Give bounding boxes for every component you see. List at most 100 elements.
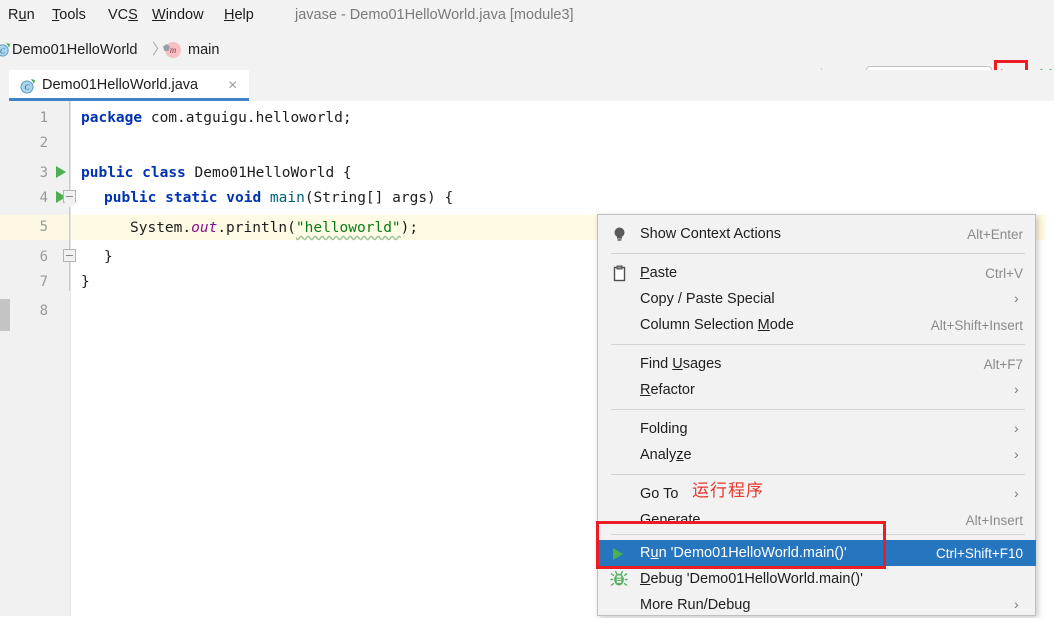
context-menu-label-post: e — [684, 447, 692, 463]
line-number: 6 — [0, 248, 48, 266]
code-system: System. — [130, 220, 191, 236]
context-menu-item-generate[interactable]: Generate... Alt+Insert — [599, 507, 1036, 533]
context-menu-mnemonic: R — [640, 382, 650, 398]
fold-collapse-icon[interactable] — [63, 249, 76, 262]
code-keyword-public: public — [81, 165, 133, 181]
line-number: 2 — [0, 134, 48, 152]
context-menu-accel: Alt+Insert — [966, 512, 1023, 530]
editor-tab-label: Demo01HelloWorld.java — [42, 76, 198, 95]
menu-vcs-mnemonic: S — [128, 7, 138, 23]
annotation-run-program: 运行程序 — [692, 481, 764, 502]
context-menu-mnemonic: P — [640, 265, 650, 281]
context-menu-label-post: aste — [650, 265, 677, 281]
editor-right-strip — [1046, 101, 1054, 616]
fold-expand-icon[interactable] — [63, 190, 76, 203]
context-menu-accel: Ctrl+V — [985, 265, 1023, 283]
code-keyword-void: void — [226, 190, 261, 206]
menu-run-post: n — [27, 7, 35, 23]
context-menu-item-folding[interactable]: Folding › — [599, 416, 1036, 442]
context-menu-label-post: ode — [770, 317, 794, 333]
line-number: 5 — [0, 218, 48, 236]
menu-separator — [611, 534, 1025, 535]
context-menu-item-column-selection-mode[interactable]: Column Selection Mode Alt+Shift+Insert — [599, 312, 1036, 338]
code-closing-brace-method: } — [104, 249, 113, 265]
context-menu-label: Show Context Actions — [640, 225, 781, 244]
chevron-right-icon: › — [1014, 488, 1020, 499]
context-menu-label: Go To — [640, 485, 678, 504]
context-menu-item-go-to[interactable]: Go To › — [599, 481, 1036, 507]
code-method-args: (String[] args) { — [305, 190, 453, 206]
chevron-right-icon: › — [1014, 423, 1020, 434]
java-class-icon: C — [20, 78, 36, 94]
context-menu-label: More Run/Debug — [640, 596, 750, 615]
context-menu-label-pre: Find — [640, 356, 672, 372]
code-line-6: } — [104, 247, 113, 268]
menu-window-mnemonic: W — [152, 7, 166, 23]
code-method-name: main — [270, 190, 305, 206]
context-menu-label: Run 'Demo01HelloWorld.main()' — [640, 544, 847, 563]
line-number: 1 — [0, 109, 48, 127]
menu-item-window[interactable]: Window — [152, 5, 204, 25]
code-keyword-package: package — [81, 110, 142, 126]
menu-separator — [611, 253, 1025, 254]
context-menu-label: Folding — [640, 420, 688, 439]
code-string-literal: "helloworld" — [296, 220, 401, 236]
lightbulb-icon — [611, 226, 628, 243]
context-menu-mnemonic: U — [672, 356, 682, 372]
context-menu-label: Copy / Paste Special — [640, 290, 775, 309]
context-menu-item-copy-paste-special[interactable]: Copy / Paste Special › — [599, 286, 1036, 312]
chevron-right-icon: › — [1014, 599, 1020, 610]
code-line-1: package com.atguigu.helloworld; — [81, 108, 352, 129]
code-package-name: com.atguigu.helloworld; — [142, 110, 352, 126]
context-menu-mnemonic: D — [640, 571, 650, 587]
menu-run-pre: R — [8, 7, 18, 23]
context-menu-label: Paste — [640, 264, 677, 283]
debug-bug-icon — [610, 570, 628, 588]
menu-separator — [611, 474, 1025, 475]
java-class-icon: C — [0, 42, 11, 57]
menu-run-mnemonic: u — [18, 7, 26, 23]
gutter-edge — [70, 101, 71, 616]
context-menu-label-pre: Column Selection — [640, 317, 758, 333]
menu-vcs-pre: VC — [108, 7, 128, 23]
code-field-out: out — [191, 220, 217, 236]
context-menu-item-paste[interactable]: Paste Ctrl+V — [599, 260, 1036, 286]
menu-item-vcs[interactable]: VCS — [108, 5, 138, 25]
context-menu-label: Column Selection Mode — [640, 316, 794, 335]
code-line-5: System.out.println("helloworld"); — [130, 218, 418, 239]
menu-item-help[interactable]: Help — [224, 5, 254, 25]
menu-help-mnemonic: H — [224, 7, 234, 23]
context-menu-label: Refactor — [640, 381, 695, 400]
context-menu-accel: Ctrl+Shift+F10 — [936, 545, 1023, 563]
breadcrumb-method[interactable]: main — [188, 41, 219, 60]
code-class-decl: Demo01HelloWorld { — [186, 165, 352, 181]
context-menu-label: Find Usages — [640, 355, 721, 374]
context-menu-label-pre: R — [640, 545, 650, 561]
breadcrumb-class[interactable]: Demo01HelloWorld — [12, 41, 137, 60]
context-menu-item-analyze[interactable]: Analyze › — [599, 442, 1036, 468]
menu-item-tools[interactable]: Tools — [52, 5, 86, 25]
context-menu-item-show-context-actions[interactable]: Show Context Actions Alt+Enter — [599, 221, 1036, 247]
context-menu-item-more-run-debug[interactable]: More Run/Debug › — [599, 592, 1036, 618]
context-menu-label: Analyze — [640, 446, 692, 465]
java-method-icon: m — [165, 42, 181, 58]
context-menu-accel: Alt+F7 — [984, 356, 1023, 374]
menu-separator — [611, 344, 1025, 345]
chevron-right-icon: › — [1014, 293, 1020, 304]
gutter-run-icon-class[interactable] — [56, 166, 66, 178]
navigation-bar: C Demo01HelloWorld 〉 m main Current File — [0, 30, 1054, 71]
context-menu-item-refactor[interactable]: Refactor › — [599, 377, 1036, 403]
line-number: 8 — [0, 302, 48, 320]
code-line-3: public class Demo01HelloWorld { — [81, 163, 352, 184]
context-menu-item-find-usages[interactable]: Find Usages Alt+F7 — [599, 351, 1036, 377]
context-menu-item-run-main[interactable]: Run 'Demo01HelloWorld.main()' Ctrl+Shift… — [599, 540, 1036, 566]
code-line-4: public static void main(String[] args) { — [104, 188, 453, 209]
context-menu-item-debug-main[interactable]: Debug 'Demo01HelloWorld.main()' — [599, 566, 1036, 592]
code-keyword-public: public — [104, 190, 156, 206]
editor-context-menu[interactable]: Show Context Actions Alt+Enter Paste Ctr… — [597, 214, 1036, 616]
code-line5-tail: ); — [401, 220, 418, 236]
context-menu-label-post: sages — [683, 356, 722, 372]
context-menu-label-post: n 'Demo01HelloWorld.main()' — [659, 545, 847, 561]
close-icon[interactable]: × — [228, 77, 237, 95]
menu-item-run[interactable]: Run — [8, 5, 35, 25]
